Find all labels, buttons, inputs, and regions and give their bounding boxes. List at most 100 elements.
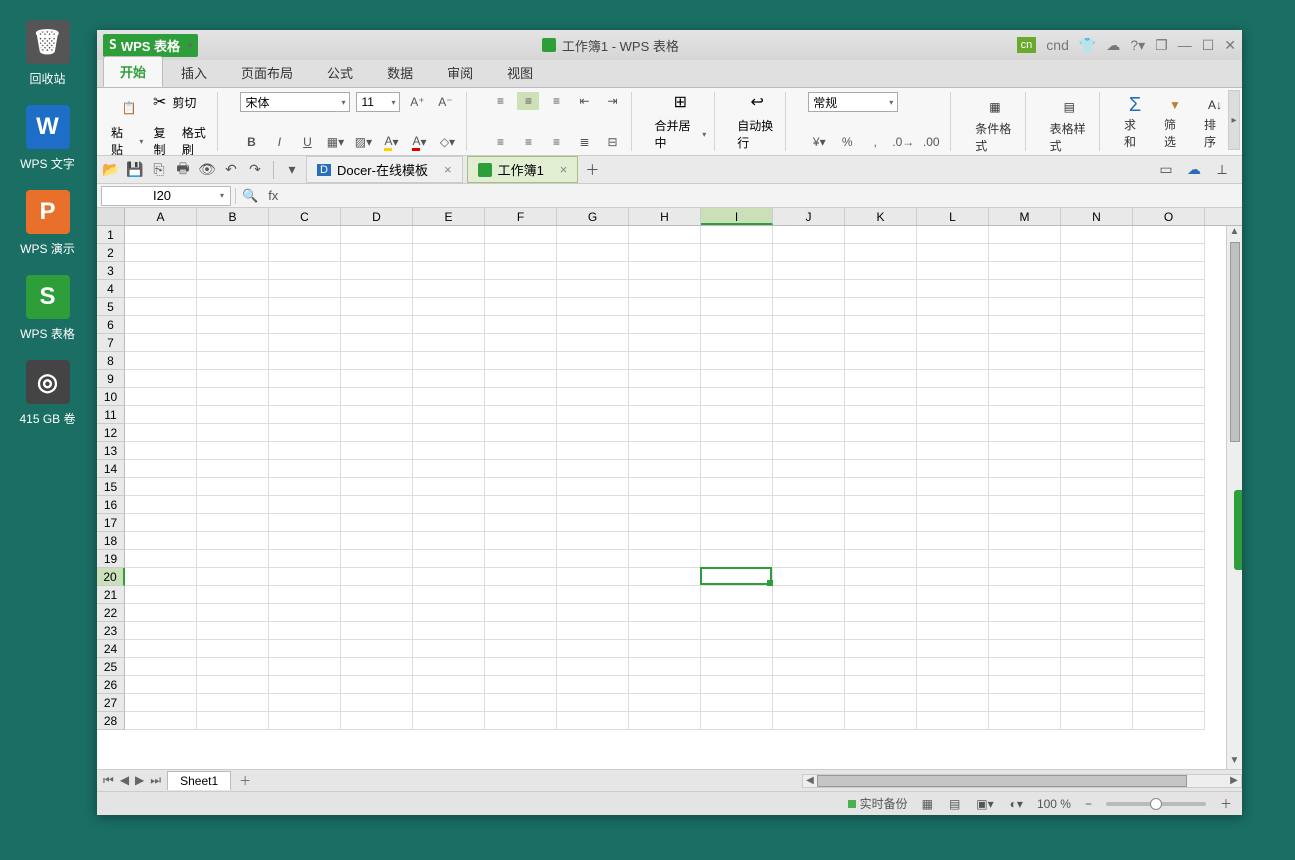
cell[interactable] [125, 550, 197, 568]
scroll-thumb[interactable] [1230, 242, 1240, 442]
column-header[interactable]: E [413, 208, 485, 225]
cell[interactable] [413, 298, 485, 316]
cell[interactable] [629, 460, 701, 478]
cell[interactable] [341, 370, 413, 388]
cell[interactable] [125, 424, 197, 442]
sort-button[interactable]: A↓排序 [1202, 92, 1228, 152]
cell[interactable] [845, 280, 917, 298]
cell[interactable] [485, 316, 557, 334]
horizontal-scrollbar[interactable]: ◀ ▶ [802, 774, 1242, 788]
cell[interactable] [845, 406, 917, 424]
cell[interactable] [557, 406, 629, 424]
cell[interactable] [125, 316, 197, 334]
column-header[interactable]: I [701, 208, 773, 225]
row-header[interactable]: 24 [97, 640, 125, 658]
cell[interactable] [701, 424, 773, 442]
cell[interactable] [917, 262, 989, 280]
cell[interactable] [1061, 424, 1133, 442]
cell[interactable] [629, 694, 701, 712]
view-custom-button[interactable]: ▣▾ [974, 797, 995, 811]
cell[interactable] [917, 694, 989, 712]
cell[interactable] [917, 658, 989, 676]
cell[interactable] [341, 604, 413, 622]
cell[interactable] [1133, 370, 1205, 388]
column-header[interactable]: H [629, 208, 701, 225]
cell[interactable] [629, 712, 701, 730]
cell[interactable] [845, 676, 917, 694]
underline-button[interactable]: U [296, 133, 318, 151]
row-header[interactable]: 7 [97, 334, 125, 352]
increase-decimal-button[interactable]: .0→ [892, 133, 914, 151]
cell[interactable] [917, 586, 989, 604]
cell[interactable] [845, 712, 917, 730]
cell[interactable] [917, 514, 989, 532]
row-header[interactable]: 25 [97, 658, 125, 676]
cell[interactable] [845, 352, 917, 370]
cell[interactable] [989, 712, 1061, 730]
cell[interactable] [125, 334, 197, 352]
cell[interactable] [413, 226, 485, 244]
cell[interactable] [197, 550, 269, 568]
cell[interactable] [1133, 694, 1205, 712]
cell[interactable] [989, 676, 1061, 694]
cell[interactable] [485, 370, 557, 388]
desktop-disk-volume[interactable]: ◎ 415 GB 卷 [15, 360, 80, 427]
cell[interactable] [917, 712, 989, 730]
cell[interactable] [269, 352, 341, 370]
cell[interactable] [557, 316, 629, 334]
cell[interactable] [629, 568, 701, 586]
cell[interactable] [701, 244, 773, 262]
cell[interactable] [341, 244, 413, 262]
decrease-decimal-button[interactable]: .00 [920, 133, 942, 151]
row-header[interactable]: 13 [97, 442, 125, 460]
cell[interactable] [125, 586, 197, 604]
cell[interactable] [485, 406, 557, 424]
cell[interactable] [773, 244, 845, 262]
cell[interactable] [845, 640, 917, 658]
cell[interactable] [773, 586, 845, 604]
align-middle-button[interactable]: ≡ [517, 92, 539, 110]
cell[interactable] [845, 262, 917, 280]
cell[interactable] [413, 244, 485, 262]
cell[interactable] [989, 406, 1061, 424]
cell[interactable] [1061, 496, 1133, 514]
cell[interactable] [629, 586, 701, 604]
cell[interactable] [413, 694, 485, 712]
cell[interactable] [629, 298, 701, 316]
cell[interactable] [629, 658, 701, 676]
clear-format-button[interactable]: ◇▾ [436, 133, 458, 151]
reading-layout-icon[interactable]: ▭ [1156, 160, 1176, 180]
cell[interactable] [125, 478, 197, 496]
cell[interactable] [485, 640, 557, 658]
tab-view[interactable]: 视图 [491, 58, 549, 87]
row-header[interactable]: 11 [97, 406, 125, 424]
maximize-button[interactable]: ☐ [1202, 37, 1215, 54]
sheet-nav-first[interactable]: ⏮ [101, 773, 116, 788]
cell[interactable] [1061, 460, 1133, 478]
fill-color-button[interactable]: ▨▾ [352, 133, 374, 151]
cell[interactable] [701, 568, 773, 586]
cell[interactable] [1133, 334, 1205, 352]
row-header[interactable]: 4 [97, 280, 125, 298]
restore-icon[interactable]: ❐ [1155, 37, 1168, 54]
cell[interactable] [341, 442, 413, 460]
cell[interactable] [845, 586, 917, 604]
cell[interactable] [701, 478, 773, 496]
cell[interactable] [413, 550, 485, 568]
cell[interactable] [413, 712, 485, 730]
cell[interactable] [557, 514, 629, 532]
cell[interactable] [1061, 532, 1133, 550]
cell[interactable] [1061, 676, 1133, 694]
cell[interactable] [629, 496, 701, 514]
cell[interactable] [197, 244, 269, 262]
border-button[interactable]: ▦▾ [324, 133, 346, 151]
column-header[interactable]: G [557, 208, 629, 225]
cell[interactable] [413, 352, 485, 370]
cell[interactable] [1061, 298, 1133, 316]
cell[interactable] [197, 604, 269, 622]
cell[interactable] [413, 568, 485, 586]
cell[interactable] [845, 424, 917, 442]
view-page-button[interactable]: ▤ [947, 797, 962, 811]
sheet-nav-next[interactable]: ▶ [133, 773, 146, 788]
cell[interactable] [413, 370, 485, 388]
